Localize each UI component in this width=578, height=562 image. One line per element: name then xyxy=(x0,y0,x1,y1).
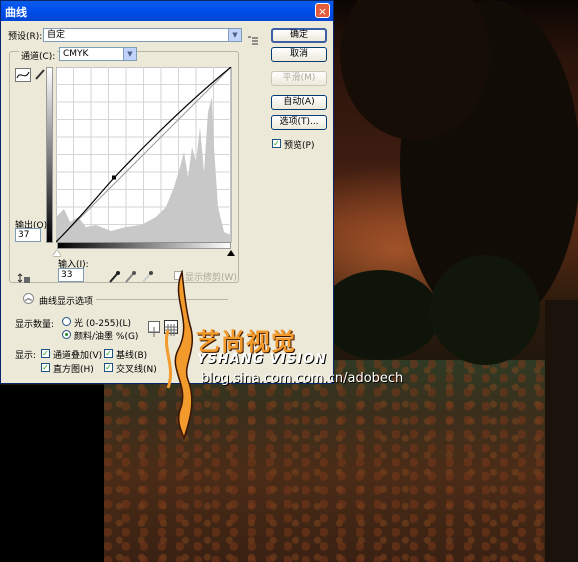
canvas-empty-area xyxy=(0,385,104,562)
input-gradient-bar xyxy=(57,242,231,249)
intersection-checkbox[interactable]: ✓ xyxy=(104,363,113,372)
output-field[interactable]: 37 xyxy=(15,228,41,242)
chevron-down-icon: ▼ xyxy=(123,48,136,60)
chevron-up-icon: ︽ xyxy=(25,294,32,302)
curve-control-point xyxy=(112,175,116,180)
hand-adjust-icon xyxy=(17,273,30,283)
show-amount-label: 显示数量: xyxy=(15,320,55,330)
eyedropper-gray-icon xyxy=(125,271,136,283)
grid-simple-icon xyxy=(149,327,159,337)
channel-select[interactable]: CMYK ▼ xyxy=(59,47,137,61)
auto-button[interactable]: 自动(A) xyxy=(271,95,327,110)
list-icon[interactable] xyxy=(248,30,258,45)
eyedropper-white-icon xyxy=(142,271,153,283)
white-point-slider[interactable] xyxy=(227,250,235,256)
curve-graph[interactable] xyxy=(56,67,232,243)
dialog-titlebar[interactable]: 曲线 × xyxy=(1,1,333,21)
input-field[interactable]: 33 xyxy=(58,268,84,282)
white-eyedropper[interactable] xyxy=(141,268,153,283)
bush-middle xyxy=(430,255,540,365)
expand-options-button[interactable]: ︽ xyxy=(23,293,34,304)
curve-icon xyxy=(16,71,30,79)
black-point-slider[interactable] xyxy=(53,250,61,256)
watermark-logo xyxy=(160,269,200,441)
display-label: 显示: xyxy=(15,351,37,361)
preview-checkbox[interactable]: ✓ xyxy=(272,139,281,148)
grid-4x4-button[interactable] xyxy=(148,321,160,337)
watermark-brand-en: YSHANG VISION xyxy=(197,352,327,367)
smooth-button: 平滑(M) xyxy=(271,71,327,86)
watermark-url: blog.sina.com.com.cn/adobech xyxy=(201,371,404,386)
curve-edit-tool[interactable] xyxy=(15,68,31,82)
preset-select[interactable]: 自定 ▼ xyxy=(43,28,242,42)
channel-label: 通道(C): xyxy=(19,49,58,62)
eyedropper-black-icon xyxy=(109,271,120,283)
ok-button[interactable]: 确定 xyxy=(271,28,327,43)
channel-overlay-label: 通道叠加(V) xyxy=(53,351,103,361)
preview-label: 预览(P) xyxy=(284,141,315,151)
baseline-label: 基线(B) xyxy=(116,351,148,361)
flame-logo-icon xyxy=(165,269,194,441)
dialog-title: 曲线 xyxy=(5,6,27,19)
cancel-button[interactable]: 取消 xyxy=(271,47,327,62)
intersection-label: 交叉线(N) xyxy=(116,365,157,375)
output-gradient-bar xyxy=(46,67,53,243)
curve-options-label: 曲线显示选项 xyxy=(39,297,94,307)
preset-value: 自定 xyxy=(47,30,66,40)
pencil-icon xyxy=(35,69,45,80)
options-button[interactable]: 选项(T)... xyxy=(271,115,327,130)
channel-value: CMYK xyxy=(63,49,89,59)
histogram-checkbox[interactable]: ✓ xyxy=(41,363,50,372)
tree-trunk xyxy=(545,300,578,562)
baseline-checkbox[interactable]: ✓ xyxy=(104,349,113,358)
gray-eyedropper[interactable] xyxy=(124,268,136,283)
on-image-adjust-tool[interactable] xyxy=(17,269,31,283)
radio-light[interactable] xyxy=(62,317,71,326)
radio-pigment-label: 颜料/油墨 %(G) xyxy=(74,332,139,342)
close-button[interactable]: × xyxy=(315,3,330,18)
preset-label: 预设(R): xyxy=(8,32,43,42)
chevron-down-icon: ▼ xyxy=(228,29,241,41)
channel-overlay-checkbox[interactable]: ✓ xyxy=(41,349,50,358)
close-icon: × xyxy=(317,5,328,18)
black-eyedropper[interactable] xyxy=(108,268,120,283)
radio-pigment[interactable] xyxy=(62,330,71,339)
bush-left xyxy=(320,270,440,360)
radio-light-label: 光 (0-255)(L) xyxy=(74,319,132,329)
histogram-label: 直方图(H) xyxy=(53,365,94,375)
